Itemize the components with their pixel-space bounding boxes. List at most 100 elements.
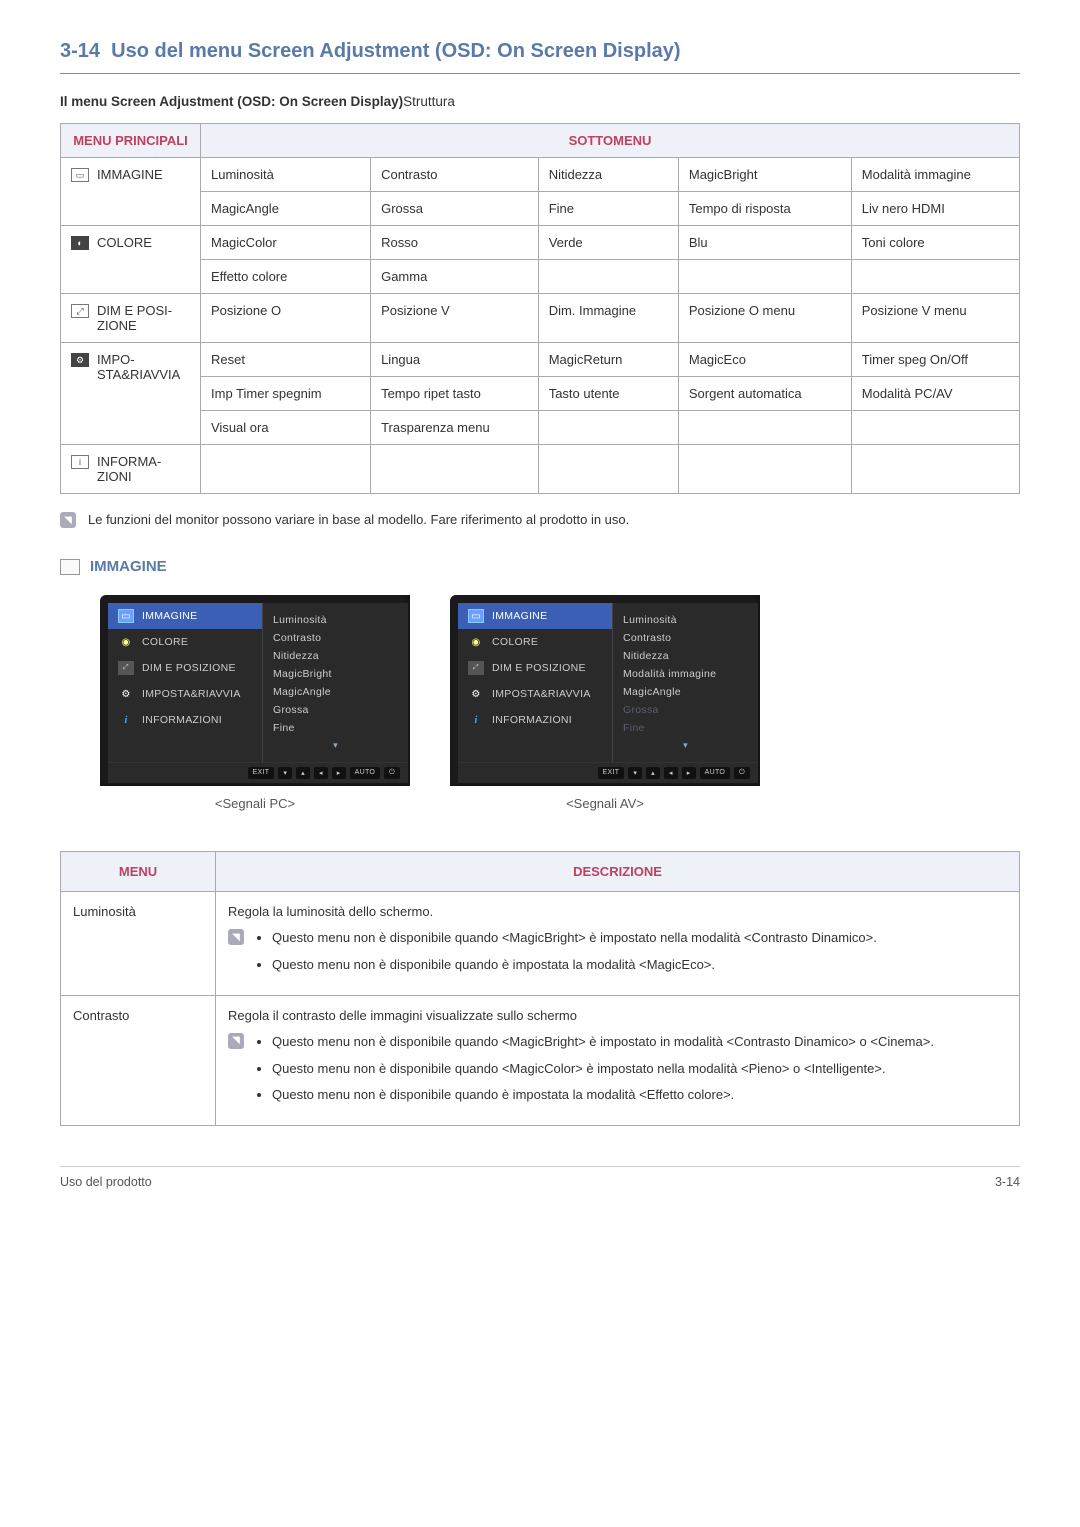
- main-dim-posizione: ⤢DIM E POSI- ZIONE: [61, 294, 201, 343]
- info-icon: i: [118, 713, 134, 727]
- th-main: MENU PRINCIPALI: [61, 124, 201, 158]
- cell: MagicColor: [201, 226, 371, 260]
- osd-nav-label: IMMAGINE: [142, 610, 197, 622]
- desc-content: Regola il contrasto delle immagini visua…: [216, 995, 1020, 1126]
- osd-option: Nitidezza: [623, 647, 748, 665]
- dim-icon: ⤢: [468, 661, 484, 675]
- cell: Posizione O: [201, 294, 371, 343]
- osd-footer-btn: ◂: [664, 767, 678, 779]
- cell: Timer speg On/Off: [851, 343, 1019, 377]
- info-icon: i: [468, 713, 484, 727]
- img-icon: ▭: [468, 609, 484, 623]
- menu-structure-table: MENU PRINCIPALI SOTTOMENU ▭IMMAGINE Lumi…: [60, 123, 1020, 494]
- subtitle: Il menu Screen Adjustment (OSD: On Scree…: [60, 94, 1020, 109]
- footer-right: 3-14: [995, 1175, 1020, 1189]
- cell: Gamma: [371, 260, 539, 294]
- osd-nav-dim: ⤢DIM E POSIZIONE: [458, 655, 612, 681]
- osd-nav-img: ▭IMMAGINE: [108, 603, 262, 629]
- cell: [538, 260, 678, 294]
- osd-footer-btn: ▴: [296, 767, 310, 779]
- note-icon: ◥: [228, 1033, 244, 1049]
- section-header-immagine: IMMAGINE: [60, 558, 1020, 575]
- desc-bullet: Questo menu non è disponibile quando è i…: [272, 1086, 1007, 1105]
- cell: [371, 445, 539, 494]
- osd-nav-label: DIM E POSIZIONE: [142, 662, 236, 674]
- cell: [851, 411, 1019, 445]
- osd-nav-label: IMMAGINE: [492, 610, 547, 622]
- desc-bullet: Questo menu non è disponibile quando <Ma…: [272, 1060, 1007, 1079]
- osd-nav-img: ▭ IMMAGINE: [458, 603, 612, 629]
- cell: MagicEco: [678, 343, 851, 377]
- cell: Toni colore: [851, 226, 1019, 260]
- cell: Reset: [201, 343, 371, 377]
- cell: MagicBright: [678, 158, 851, 192]
- osd-nav-gear: ⚙IMPOSTA&RIAVVIA: [108, 681, 262, 707]
- palette-icon: ◐: [71, 236, 89, 250]
- cell: [678, 445, 851, 494]
- caption-av: <Segnali AV>: [566, 796, 644, 811]
- cell: Dim. Immagine: [538, 294, 678, 343]
- cell: Contrasto: [371, 158, 539, 192]
- cell: Tasto utente: [538, 377, 678, 411]
- cell: Fine: [538, 192, 678, 226]
- note-model-vary: ◥ Le funzioni del monitor possono variar…: [60, 512, 1020, 528]
- cell: Liv nero HDMI: [851, 192, 1019, 226]
- cell: [678, 411, 851, 445]
- cell: Blu: [678, 226, 851, 260]
- cell: Rosso: [371, 226, 539, 260]
- osd-footer-btn: AUTO: [700, 767, 731, 779]
- osd-nav-label: INFORMAZIONI: [142, 714, 222, 726]
- osd-nav-label: COLORE: [142, 636, 188, 648]
- title-rule: [60, 73, 1020, 74]
- caption-pc: <Segnali PC>: [215, 796, 295, 811]
- osd-footer-btn: ⏻: [384, 767, 400, 779]
- th-menu: MENU: [61, 852, 216, 892]
- cell: Tempo ripet tasto: [371, 377, 539, 411]
- cell: [851, 445, 1019, 494]
- osd-option: Fine: [623, 719, 748, 737]
- gear-icon: ⚙: [118, 687, 134, 701]
- gear-icon: ⚙: [468, 687, 484, 701]
- osd-option: Modalità immagine: [623, 665, 748, 683]
- desc-intro: Regola la luminosità dello schermo.: [228, 904, 1007, 919]
- osd-footer-btn: AUTO: [350, 767, 381, 779]
- osd-footer-btn: ◂: [314, 767, 328, 779]
- desc-menu-name: Contrasto: [61, 995, 216, 1126]
- page-footer: Uso del prodotto 3-14: [60, 1166, 1020, 1189]
- main-informazioni: iINFORMA- ZIONI: [61, 445, 201, 494]
- cell: Verde: [538, 226, 678, 260]
- osd-nav-dim: ⤢DIM E POSIZIONE: [108, 655, 262, 681]
- osd-option: MagicAngle: [273, 683, 398, 701]
- scroll-down-icon: ▾: [623, 737, 748, 754]
- osd-footer-btn: EXIT: [248, 767, 275, 779]
- col-icon: ◉: [118, 635, 134, 649]
- cell: MagicAngle: [201, 192, 371, 226]
- osd-screenshots-row: ▭IMMAGINE◉COLORE⤢DIM E POSIZIONE⚙IMPOSTA…: [60, 595, 1020, 811]
- desc-bullet: Questo menu non è disponibile quando <Ma…: [272, 929, 1007, 948]
- cell: Posizione V: [371, 294, 539, 343]
- osd-nav-col: ◉ COLORE: [108, 629, 262, 655]
- osd-nav-label: INFORMAZIONI: [492, 714, 572, 726]
- cell: Sorgent automatica: [678, 377, 851, 411]
- cell: Posizione V menu: [851, 294, 1019, 343]
- picture-icon: [60, 559, 80, 575]
- osd-option: Grossa: [273, 701, 398, 719]
- resize-icon: ⤢: [71, 304, 89, 318]
- osd-option: Contrasto: [273, 629, 398, 647]
- cell: MagicReturn: [538, 343, 678, 377]
- description-table: MENU DESCRIZIONE Luminosità Regola la lum…: [60, 851, 1020, 1126]
- osd-av: ▭IMMAGINE◉COLORE⤢DIM E POSIZIONE⚙IMPOSTA…: [450, 595, 760, 811]
- th-desc: DESCRIZIONE: [216, 852, 1020, 892]
- main-imposta-riavvia: ⚙IMPO- STA&RIAVVIA: [61, 343, 201, 445]
- th-sub: SOTTOMENU: [201, 124, 1020, 158]
- osd-option: Nitidezza: [273, 647, 398, 665]
- cell: [851, 260, 1019, 294]
- cell: [678, 260, 851, 294]
- osd-nav-gear: ⚙IMPOSTA&RIAVVIA: [458, 681, 612, 707]
- cell: Nitidezza: [538, 158, 678, 192]
- osd-option: Contrasto: [623, 629, 748, 647]
- main-colore: ◐COLORE: [61, 226, 201, 294]
- desc-menu-name: Luminosità: [61, 892, 216, 996]
- osd-footer-btn: ▸: [682, 767, 696, 779]
- cell: Grossa: [371, 192, 539, 226]
